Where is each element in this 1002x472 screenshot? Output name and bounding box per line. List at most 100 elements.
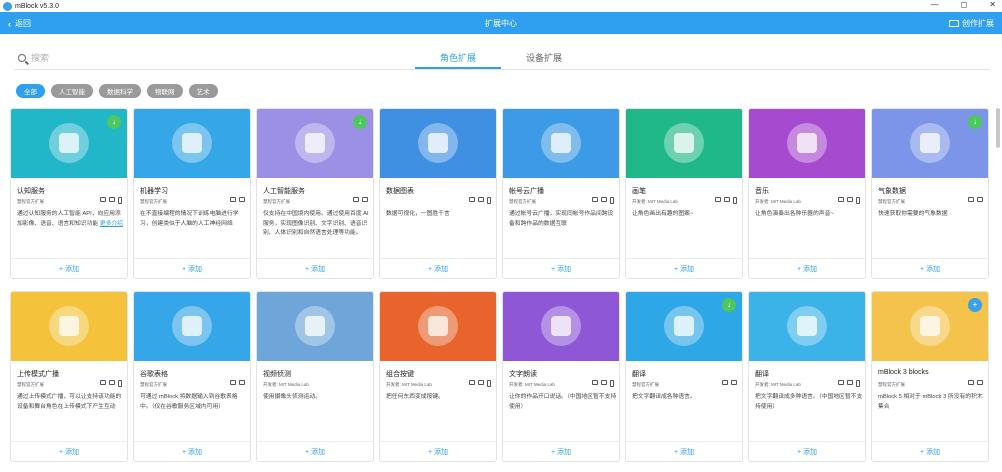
extension-thumbnail [134,109,250,178]
extension-name: 机器学习 [140,188,168,195]
extension-card[interactable]: 文字朗读 开发者: MIT Media Lab 让你的作品开口说话。（中国地区暂不支… [502,291,620,462]
extension-card[interactable]: 画笔 开发者: MIT Media Lab 让角色画出有趣的图案~ + 添加 [625,108,743,279]
supported-devices [230,197,245,202]
add-extension-button[interactable]: + 添加 [503,441,619,461]
extension-card[interactable]: 谷歌表格 慧程官方扩展 可通过 mBlock 将数据输入到谷歌表格中。（仅在谷歌服务… [133,291,251,462]
download-icon[interactable]: ↓ [968,115,982,129]
supported-devices [722,380,737,385]
window-titlebar: mBlock v5.3.0 — ◻ ✕ [0,0,1002,12]
add-extension-button[interactable]: + 添加 [503,258,619,278]
extension-card[interactable]: 视频侦测 开发者: MIT Media Lab 使用摄像头侦测运动。 + 添加 [256,291,374,462]
more-info-link[interactable]: 更多介绍 [100,221,123,227]
tablet-icon [109,197,115,202]
extension-card[interactable]: ↓ 人工智能服务 慧程官方扩展 仅支持在中国境内使用。通过使用百度 AI 服务，实现图… [256,108,374,279]
desktop-icon [230,197,236,202]
add-extension-button[interactable]: + 添加 [380,258,496,278]
extension-thumbnail: ↓ [11,109,127,178]
description-text: 仅支持在中国境内使用。通过使用百度 AI 服务，实现图像识别、文字识别、语音识别… [263,211,369,236]
extension-name: 文字朗读 [509,371,537,378]
extension-name: 视频侦测 [263,371,291,378]
download-icon[interactable]: ↓ [353,115,367,129]
supported-devices [469,197,491,204]
maximize-button[interactable]: ◻ [961,0,968,9]
search-row: 角色扩展 设备扩展 [0,34,1002,74]
supported-devices [592,380,614,387]
add-extension-button[interactable]: + 添加 [257,258,373,278]
filter-all[interactable]: 全部 [16,84,45,98]
chevron-left-icon: ‹ [8,18,11,29]
extension-card[interactable]: 音乐 开发者: MIT Media Lab 让角色演奏出各种乐器的声音~ + 添加 [748,108,866,279]
add-extension-button[interactable]: + 添加 [11,258,127,278]
category-filters: 全部 人工智能 数据科学 物联网 艺术 [16,84,218,98]
extension-name: 帐号云广播 [509,188,544,195]
extension-card[interactable]: 机器学习 慧程官方扩展 在不直接编程的情况下训练电脑进行学习，创建类似于人脑的人工神… [133,108,251,279]
extension-card[interactable]: ↓ 翻译 慧程官方扩展 把文字翻译成各种语言。 + 添加 [625,291,743,462]
filter-ai[interactable]: 人工智能 [51,84,93,98]
extension-card[interactable]: 翻译 开发者: MIT Media Lab 把文字翻译成多种语言。（中国地区暂不支持… [748,291,866,462]
search-box[interactable] [18,53,231,63]
app-logo-icon [3,1,12,11]
scrollbar[interactable] [996,108,1000,148]
close-button[interactable]: ✕ [989,0,996,9]
extension-card[interactable]: ↓ 气象数据 慧程官方扩展 快速获取你需要的气象数据 + 添加 [871,108,989,279]
desktop-icon [722,380,728,385]
add-extension-button[interactable]: + 添加 [134,258,250,278]
phone-icon [118,197,122,204]
desktop-icon [230,380,236,385]
filter-art[interactable]: 艺术 [188,84,218,98]
add-extension-button[interactable]: + 添加 [380,441,496,461]
extension-card[interactable]: 组合按键 开发者: MIT Media Lab 把任何东西变成按键。 + 添加 [379,291,497,462]
desktop-icon [469,380,475,385]
create-extension-button[interactable]: 创作扩展 [949,18,994,29]
tablet-icon [478,197,484,202]
extension-card[interactable]: 帐号云广播 慧程官方扩展 通过帐号云广播，实现同帐号作品间跨设备和跨作品的数据互联 +… [502,108,620,279]
add-extension-button[interactable]: + 添加 [11,441,127,461]
tablet-icon [362,197,368,202]
extension-card[interactable]: 上传模式广播 慧程官方扩展 通过上传模式广播，可以让支持该功能的设备和舞台角色在上传… [10,291,128,462]
filter-iot[interactable]: 物联网 [147,84,183,98]
add-extension-button[interactable]: + 添加 [257,441,373,461]
tab-sprite-extensions[interactable]: 角色扩展 [415,51,501,69]
add-extension-button[interactable]: + 添加 [872,441,988,461]
desktop-icon [100,197,106,202]
search-input[interactable] [31,53,231,63]
minimize-button[interactable]: — [931,0,939,9]
add-extension-button[interactable]: + 添加 [134,441,250,461]
add-extension-button[interactable]: + 添加 [626,258,742,278]
extension-description: 让你的作品开口说话。（中国地区暂不支持使用） [509,393,617,412]
supported-devices [838,380,860,387]
description-text: 通过上传模式广播，可以让支持该功能的设备和舞台角色在上传模式下产生互动 [17,394,122,410]
add-extension-button[interactable]: + 添加 [749,258,865,278]
extension-card[interactable]: 数据图表 数据可视化，一图胜千言 + 添加 [379,108,497,279]
back-button[interactable]: ‹ 返回 [8,18,31,29]
description-text: 使用摄像头侦测运动。 [263,394,321,400]
add-extension-button[interactable]: + 添加 [626,441,742,461]
supported-devices [100,380,122,387]
plus-icon[interactable]: + [968,298,982,312]
filter-data-science[interactable]: 数据科学 [99,84,141,98]
description-text: 让角色画出有趣的图案~ [632,211,694,217]
supported-devices [353,197,368,202]
desktop-icon [353,197,359,202]
tab-device-extensions[interactable]: 设备扩展 [501,51,587,69]
thumbnail-illustration [428,133,448,153]
grid-row-2: 上传模式广播 慧程官方扩展 通过上传模式广播，可以让支持该功能的设备和舞台角色在上传… [10,291,989,462]
extension-card[interactable]: + mBlock 3 blocks 慧程官方扩展 mBlock 5 相对于 mBloc… [871,291,989,462]
extension-card[interactable]: ↓ 认知服务 慧程官方扩展 通过认知服务的人工智能 API，向应用添加影像、语音、语言… [10,108,128,279]
extension-name: 上传模式广播 [17,371,59,378]
download-icon[interactable]: ↓ [722,298,736,312]
download-icon[interactable]: ↓ [107,115,121,129]
tablet-icon [731,380,737,385]
add-extension-button[interactable]: + 添加 [872,258,988,278]
tablet-icon [109,380,115,385]
phone-icon [856,380,860,387]
window-title: mBlock v5.3.0 [15,2,59,10]
add-extension-button[interactable]: + 添加 [749,441,865,461]
thumbnail-illustration [182,133,202,153]
extension-author: 开发者: MIT Media Lab [755,382,801,387]
thumbnail-illustration [305,316,325,336]
description-text: mBlock 5 相对于 mBlock 3 所没有的积木集合 [878,394,983,410]
extension-description: 通过上传模式广播，可以让支持该功能的设备和舞台角色在上传模式下产生互动 [17,393,125,412]
tablet-icon [847,197,853,202]
toolbox-icon [949,20,959,27]
